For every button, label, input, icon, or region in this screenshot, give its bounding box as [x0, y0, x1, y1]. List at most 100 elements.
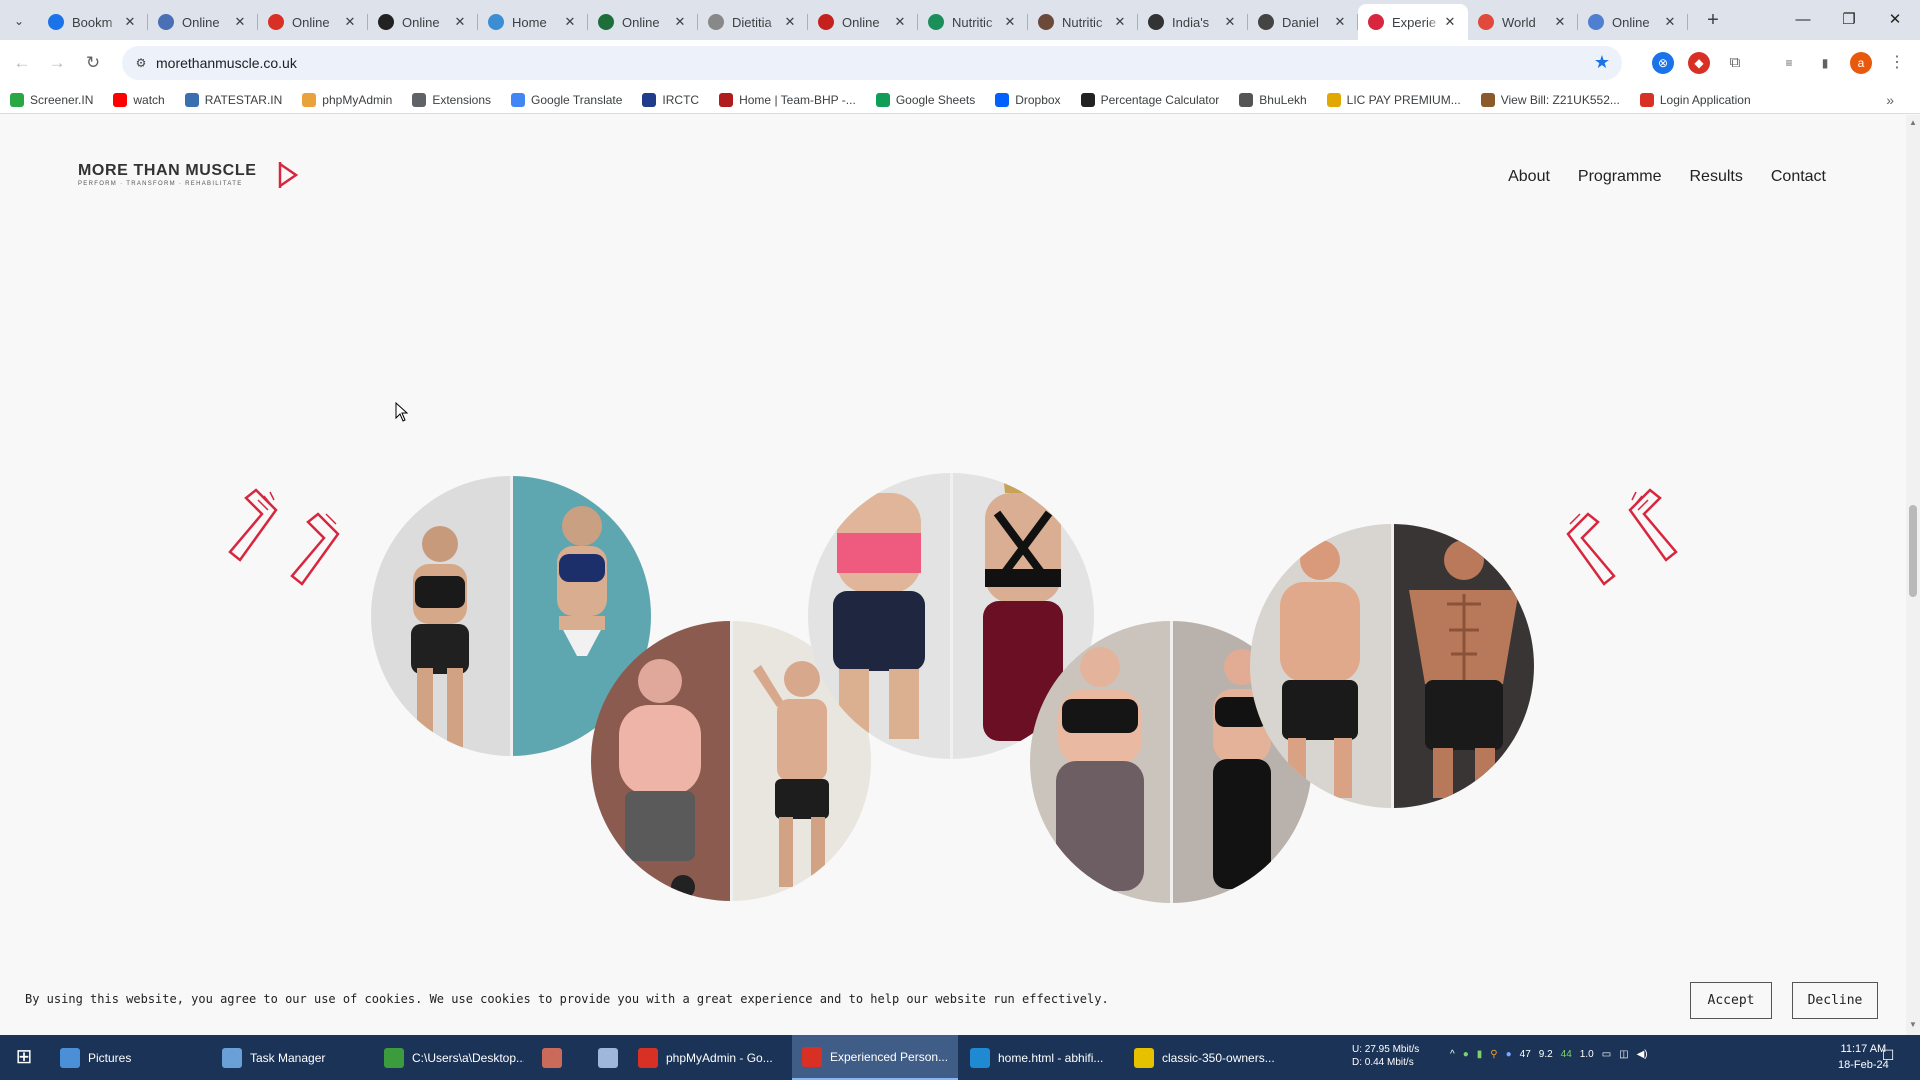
- tab-14[interactable]: World ✕: [1468, 4, 1578, 40]
- bookmark-item[interactable]: Google Translate: [511, 92, 622, 107]
- bookmark-star-icon[interactable]: ★: [1594, 52, 1610, 73]
- tab-4[interactable]: Online ✕: [368, 4, 478, 40]
- windows-start-icon[interactable]: ⊞: [0, 1035, 48, 1080]
- address-bar[interactable]: ⚙ morethanmuscle.co.uk ★: [122, 46, 1622, 80]
- bookmark-item[interactable]: RATESTAR.IN: [184, 92, 282, 107]
- bookmark-item[interactable]: Percentage Calculator: [1080, 92, 1219, 107]
- taskbar-item[interactable]: C:\Users\a\Desktop...: [374, 1035, 524, 1080]
- tab-close-icon[interactable]: ✕: [342, 14, 358, 30]
- tab-close-icon[interactable]: ✕: [562, 14, 578, 30]
- bookmark-item[interactable]: IRCTC: [642, 92, 699, 107]
- network-speed: U: 27.95 Mbit/s D: 0.44 Mbit/s: [1352, 1043, 1419, 1069]
- accept-button[interactable]: Accept: [1690, 982, 1772, 1019]
- tab-close-icon[interactable]: ✕: [122, 14, 138, 30]
- volume-icon[interactable]: ◀): [1637, 1049, 1648, 1060]
- nav-results[interactable]: Results: [1690, 168, 1743, 186]
- tab-2[interactable]: Online ✕: [148, 4, 258, 40]
- bookmark-item[interactable]: View Bill: Z21UK552...: [1480, 92, 1620, 107]
- extension-icon[interactable]: ⊗: [1652, 52, 1674, 74]
- tab-list: Bookm ✕ Online ✕ Online ✕ Online ✕ Home ✕ Online ✕ D…: [38, 4, 1688, 40]
- bookmark-label: BhuLekh: [1259, 92, 1307, 107]
- tab-close-icon[interactable]: ✕: [1002, 14, 1018, 30]
- bookmark-item[interactable]: Google Sheets: [875, 92, 975, 107]
- decline-button[interactable]: Decline: [1792, 982, 1878, 1019]
- battery-icon[interactable]: ▭: [1602, 1049, 1611, 1060]
- notification-icon[interactable]: ☐: [1878, 1047, 1898, 1067]
- bookmark-item[interactable]: Extensions: [412, 92, 491, 107]
- tab-11[interactable]: India's ✕: [1138, 4, 1248, 40]
- taskbar-item[interactable]: Task Manager: [212, 1035, 362, 1080]
- nav-programme[interactable]: Programme: [1578, 168, 1662, 186]
- tray-app-icon[interactable]: ●: [1506, 1049, 1512, 1060]
- tab-1[interactable]: Bookm ✕: [38, 4, 148, 40]
- taskbar-item[interactable]: [588, 1035, 628, 1080]
- side-panel-icon[interactable]: ▮: [1814, 52, 1836, 74]
- restore-button[interactable]: ❐: [1826, 0, 1872, 40]
- tab-12[interactable]: Daniel ✕: [1248, 4, 1358, 40]
- bookmark-item[interactable]: Dropbox: [995, 92, 1061, 107]
- tab-5[interactable]: Home ✕: [478, 4, 588, 40]
- puzzle-icon[interactable]: ⧉: [1724, 52, 1746, 74]
- bookmark-item[interactable]: Home | Team-BHP -...: [719, 92, 856, 107]
- tab-13[interactable]: Experie ✕: [1358, 4, 1468, 40]
- taskbar-item[interactable]: [532, 1035, 582, 1080]
- menu-icon[interactable]: ⋮: [1886, 52, 1908, 74]
- nav-contact[interactable]: Contact: [1771, 168, 1826, 186]
- reload-button[interactable]: ↻: [79, 49, 107, 77]
- tab-3[interactable]: Online ✕: [258, 4, 368, 40]
- tab-close-icon[interactable]: ✕: [1442, 14, 1458, 30]
- tab-close-icon[interactable]: ✕: [1552, 14, 1568, 30]
- tab-15[interactable]: Online ✕: [1578, 4, 1688, 40]
- tray-chevron-icon[interactable]: ^: [1450, 1049, 1455, 1060]
- bookmark-item[interactable]: watch: [113, 92, 165, 107]
- tab-close-icon[interactable]: ✕: [672, 14, 688, 30]
- tab-close-icon[interactable]: ✕: [782, 14, 798, 30]
- tab-close-icon[interactable]: ✕: [1112, 14, 1128, 30]
- shield-icon[interactable]: ◆: [1688, 52, 1710, 74]
- tab-close-icon[interactable]: ✕: [452, 14, 468, 30]
- scroll-up-icon[interactable]: ▲: [1909, 119, 1917, 127]
- bookmarks-overflow-icon[interactable]: »: [1886, 92, 1894, 108]
- taskbar-item[interactable]: phpMyAdmin - Go...: [628, 1035, 788, 1080]
- page-scrollbar[interactable]: ▲ ▼: [1906, 115, 1920, 1035]
- forward-button[interactable]: →: [43, 49, 71, 77]
- bookmark-item[interactable]: LIC PAY PREMIUM...: [1326, 92, 1461, 107]
- tab-close-icon[interactable]: ✕: [1332, 14, 1348, 30]
- tab-10[interactable]: Nutritic ✕: [1028, 4, 1138, 40]
- site-info-icon[interactable]: ⚙: [132, 54, 150, 72]
- tab-title: Home: [512, 14, 547, 30]
- tray-app-icon[interactable]: ●: [1463, 1049, 1469, 1060]
- tab-8[interactable]: Online ✕: [808, 4, 918, 40]
- bookmark-item[interactable]: phpMyAdmin: [302, 92, 392, 107]
- tab-9[interactable]: Nutritic ✕: [918, 4, 1028, 40]
- nav-about[interactable]: About: [1508, 168, 1550, 186]
- tab-close-icon[interactable]: ✕: [892, 14, 908, 30]
- avatar[interactable]: a: [1850, 52, 1872, 74]
- taskbar-item[interactable]: classic-350-owners...: [1124, 1035, 1284, 1080]
- tab-6[interactable]: Online ✕: [588, 4, 698, 40]
- scroll-thumb[interactable]: [1909, 505, 1917, 597]
- bookmark-item[interactable]: BhuLekh: [1239, 92, 1307, 107]
- site-logo[interactable]: MORE THAN MUSCLE PERFORM · TRANSFORM · R…: [78, 162, 299, 188]
- new-tab-button[interactable]: +: [1700, 8, 1726, 34]
- bill-icon: [1480, 92, 1495, 107]
- tray-search-icon[interactable]: ⚲: [1490, 1049, 1497, 1060]
- taskbar-item[interactable]: Pictures: [50, 1035, 220, 1080]
- media-icon[interactable]: ≡: [1778, 52, 1800, 74]
- taskbar-item[interactable]: home.html - abhifi...: [960, 1035, 1120, 1080]
- tab-close-icon[interactable]: ✕: [232, 14, 248, 30]
- cookie-message: By using this website, you agree to our …: [25, 992, 1109, 1006]
- network-icon[interactable]: ◫: [1619, 1049, 1628, 1060]
- tab-close-icon[interactable]: ✕: [1222, 14, 1238, 30]
- minimize-button[interactable]: —: [1780, 0, 1826, 40]
- back-button[interactable]: ←: [8, 49, 36, 77]
- scroll-down-icon[interactable]: ▼: [1909, 1021, 1917, 1029]
- bookmark-item[interactable]: Login Application: [1639, 92, 1751, 107]
- taskbar-item[interactable]: Experienced Person...: [792, 1035, 958, 1080]
- close-window-button[interactable]: ✕: [1872, 0, 1918, 40]
- tray-app-icon[interactable]: ▮: [1477, 1049, 1483, 1060]
- tab-close-icon[interactable]: ✕: [1662, 14, 1678, 30]
- bookmark-item[interactable]: Screener.IN: [10, 92, 93, 107]
- tab-7[interactable]: Dietitia ✕: [698, 4, 808, 40]
- tab-search-chevron-icon[interactable]: ⌄: [8, 10, 30, 32]
